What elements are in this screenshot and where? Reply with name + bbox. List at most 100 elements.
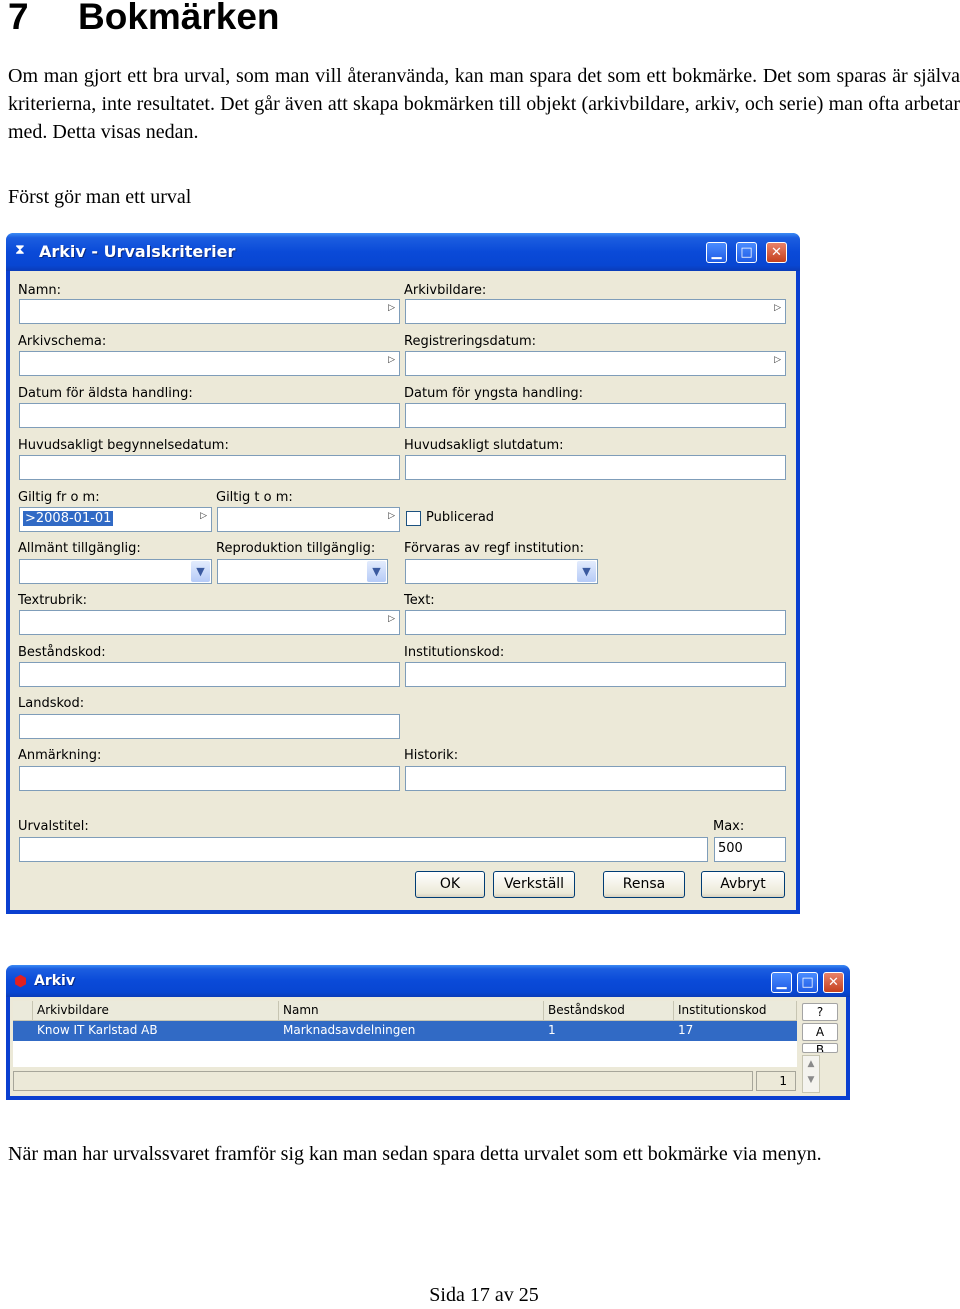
minimize-button[interactable]: ▁ — [706, 242, 727, 263]
cell-arkivbildare: Know IT Karlstad AB — [37, 1023, 158, 1037]
forvaras-select[interactable]: ▼ — [405, 559, 598, 584]
result-window: ⬢ Arkiv ▁ □ ✕ Arkivbildare Namn Bestånds… — [6, 965, 850, 1100]
ok-button[interactable]: OK — [415, 871, 485, 898]
giltig-from-label: Giltig fr o m: — [18, 490, 100, 505]
arkivschema-label: Arkivschema: — [18, 334, 107, 349]
minimize-button[interactable]: ▁ — [771, 972, 792, 993]
side-scrollbar[interactable]: ▲ ▼ — [802, 1055, 820, 1093]
urvalstitel-label: Urvalstitel: — [18, 819, 89, 834]
slut-field[interactable] — [405, 455, 786, 480]
step2-paragraph: När man har urvalssvaret framför sig kan… — [8, 1143, 822, 1165]
historik-label: Historik: — [404, 748, 459, 763]
bestandskod-label: Beståndskod: — [18, 645, 106, 660]
column-header[interactable]: Institutionskod — [674, 1001, 797, 1021]
table-row[interactable]: Know IT Karlstad AB Marknadsavdelningen … — [13, 1021, 797, 1041]
textrubrik-field[interactable]: ▷ — [19, 610, 400, 635]
chevron-down-icon[interactable]: ▼ — [577, 561, 596, 582]
text-field[interactable] — [405, 610, 786, 635]
bestandskod-field[interactable] — [19, 662, 400, 687]
anmarkning-field[interactable] — [19, 766, 400, 791]
archive-icon: ⬢ — [14, 974, 28, 990]
cell-namn: Marknadsavdelningen — [283, 1023, 416, 1037]
maximize-button[interactable]: □ — [736, 242, 757, 263]
criteria-window: ⧗ Arkiv - Urvalskriterier ▁ □ ✕ Namn: ▷ … — [6, 233, 800, 914]
giltig-from-value: >2008-01-01 — [23, 511, 114, 526]
expand-arrow-icon[interactable]: ▷ — [774, 355, 781, 365]
landskod-label: Landskod: — [18, 696, 85, 711]
yngsta-field[interactable] — [405, 403, 786, 428]
begynnelse-field[interactable] — [19, 455, 400, 480]
landskod-field[interactable] — [19, 714, 400, 739]
record-count: 1 — [756, 1071, 796, 1091]
arkivschema-field[interactable]: ▷ — [19, 351, 400, 376]
reproduktion-select[interactable]: ▼ — [217, 559, 388, 584]
namn-label: Namn: — [18, 283, 61, 298]
help-button[interactable]: ? — [802, 1003, 838, 1021]
result-client: Arkivbildare Namn Beståndskod Institutio… — [10, 997, 846, 1096]
column-header[interactable]: Beståndskod — [544, 1001, 674, 1021]
expand-arrow-icon[interactable]: ▷ — [388, 355, 395, 365]
giltig-from-field[interactable]: >2008-01-01 ▷ — [19, 507, 212, 532]
expand-arrow-icon[interactable]: ▷ — [774, 303, 781, 313]
cell-bestandskod: 1 — [548, 1023, 556, 1037]
avbryt-button[interactable]: Avbryt — [701, 871, 785, 898]
close-button[interactable]: ✕ — [823, 972, 844, 993]
result-window-title: Arkiv — [34, 973, 75, 989]
textrubrik-label: Textrubrik: — [18, 593, 87, 608]
section-number: 7 — [8, 0, 29, 37]
column-header[interactable]: Arkivbildare — [33, 1001, 279, 1021]
chevron-down-icon[interactable]: ▼ — [191, 561, 210, 582]
institutionskod-field[interactable] — [405, 662, 786, 687]
letter-b-button[interactable]: B — [802, 1043, 838, 1053]
aldsta-label: Datum för äldsta handling: — [18, 386, 193, 401]
aldsta-field[interactable] — [19, 403, 400, 428]
historik-field[interactable] — [405, 766, 786, 791]
anmarkning-label: Anmärkning: — [18, 748, 102, 763]
publicerad-checkbox[interactable] — [406, 511, 421, 526]
verkstall-button[interactable]: Verkställ — [493, 871, 575, 898]
institutionskod-label: Institutionskod: — [404, 645, 505, 660]
arkivbildare-label: Arkivbildare: — [404, 283, 487, 298]
page-footer: Sida 17 av 25 — [429, 1284, 539, 1306]
namn-field[interactable]: ▷ — [19, 299, 400, 324]
giltig-tom-field[interactable]: ▷ — [217, 507, 400, 532]
row-header-corner — [13, 1001, 33, 1021]
step1-text: Först gör man ett urval — [8, 186, 192, 208]
max-field[interactable]: 500 — [714, 837, 786, 862]
arkivbildare-field[interactable]: ▷ — [405, 299, 786, 324]
max-value: 500 — [718, 841, 743, 856]
section-heading: 7 Bokmärken — [8, 0, 280, 38]
reproduktion-label: Reproduktion tillgänglig: — [216, 541, 376, 556]
registreringsdatum-label: Registreringsdatum: — [404, 334, 537, 349]
intro-paragraph: Om man gjort ett bra urval, som man vill… — [8, 65, 960, 143]
close-button[interactable]: ✕ — [766, 242, 787, 263]
expand-arrow-icon[interactable]: ▷ — [388, 511, 395, 521]
slut-label: Huvudsakligt slutdatum: — [404, 438, 564, 453]
maximize-button[interactable]: □ — [797, 972, 818, 993]
result-grid: Arkivbildare Namn Beståndskod Institutio… — [13, 1001, 797, 1067]
text-label: Text: — [404, 593, 435, 608]
giltig-tom-label: Giltig t o m: — [216, 490, 293, 505]
column-header[interactable]: Namn — [279, 1001, 544, 1021]
forvaras-label: Förvaras av regf institution: — [404, 541, 584, 556]
expand-arrow-icon[interactable]: ▷ — [388, 303, 395, 313]
letter-a-button[interactable]: A — [802, 1023, 838, 1041]
criteria-window-title: Arkiv - Urvalskriterier — [39, 242, 236, 261]
chevron-down-icon[interactable]: ▼ — [367, 561, 386, 582]
publicerad-label: Publicerad — [426, 510, 495, 525]
criteria-titlebar[interactable]: ⧗ Arkiv - Urvalskriterier ▁ □ ✕ — [6, 233, 800, 271]
begynnelse-label: Huvudsakligt begynnelsedatum: — [18, 438, 229, 453]
allmant-select[interactable]: ▼ — [19, 559, 212, 584]
max-label: Max: — [713, 819, 745, 834]
expand-arrow-icon[interactable]: ▷ — [200, 511, 207, 521]
result-titlebar[interactable]: ⬢ Arkiv ▁ □ ✕ — [6, 965, 850, 997]
status-bar — [13, 1071, 753, 1091]
expand-arrow-icon[interactable]: ▷ — [388, 614, 395, 624]
urvalstitel-field[interactable] — [19, 837, 708, 862]
yngsta-label: Datum för yngsta handling: — [404, 386, 584, 401]
allmant-label: Allmänt tillgänglig: — [18, 541, 141, 556]
section-title: Bokmärken — [78, 0, 280, 37]
rensa-button[interactable]: Rensa — [603, 871, 685, 898]
registreringsdatum-field[interactable]: ▷ — [405, 351, 786, 376]
filter-icon: ⧗ — [15, 242, 25, 258]
